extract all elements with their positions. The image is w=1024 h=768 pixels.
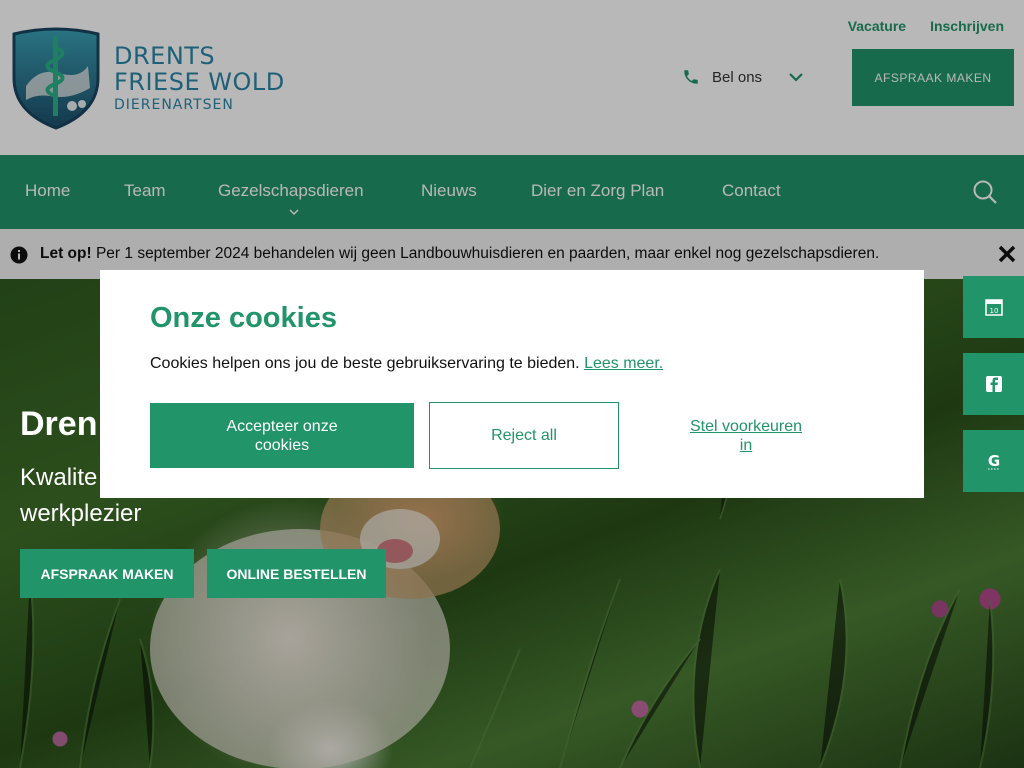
lees-meer-link[interactable]: Lees meer. xyxy=(584,355,663,372)
side-calendar-button[interactable]: 10 xyxy=(963,276,1024,338)
side-facebook-button[interactable] xyxy=(963,353,1024,415)
facebook-icon xyxy=(985,376,1002,392)
preferences-button[interactable]: Stel voorkeuren in xyxy=(660,402,832,469)
cookie-modal: Onze cookies Cookies helpen ons jou de b… xyxy=(100,270,924,498)
modal-backdrop xyxy=(0,0,1024,279)
side-google-button[interactable]: G xyxy=(963,430,1024,492)
hero-bestellen-button[interactable]: ONLINE BESTELLEN xyxy=(207,549,386,598)
reject-all-button[interactable]: Reject all xyxy=(429,402,619,469)
hero-title: Dren xyxy=(20,405,98,443)
cookie-message: Cookies helpen ons jou de beste gebruiks… xyxy=(150,355,663,373)
accept-cookies-button[interactable]: Accepteer onze cookies xyxy=(150,403,414,468)
hero-afspraak-button[interactable]: AFSPRAAK MAKEN xyxy=(20,549,194,598)
hero-subtitle-line2: werkplezier xyxy=(20,500,142,527)
google-icon: G xyxy=(987,452,999,470)
calendar-icon: 10 xyxy=(984,299,1003,316)
svg-text:10: 10 xyxy=(989,307,998,315)
cookie-title: Onze cookies xyxy=(150,302,337,334)
cookie-message-text: Cookies helpen ons jou de beste gebruiks… xyxy=(150,355,585,372)
svg-text:G: G xyxy=(987,452,999,470)
